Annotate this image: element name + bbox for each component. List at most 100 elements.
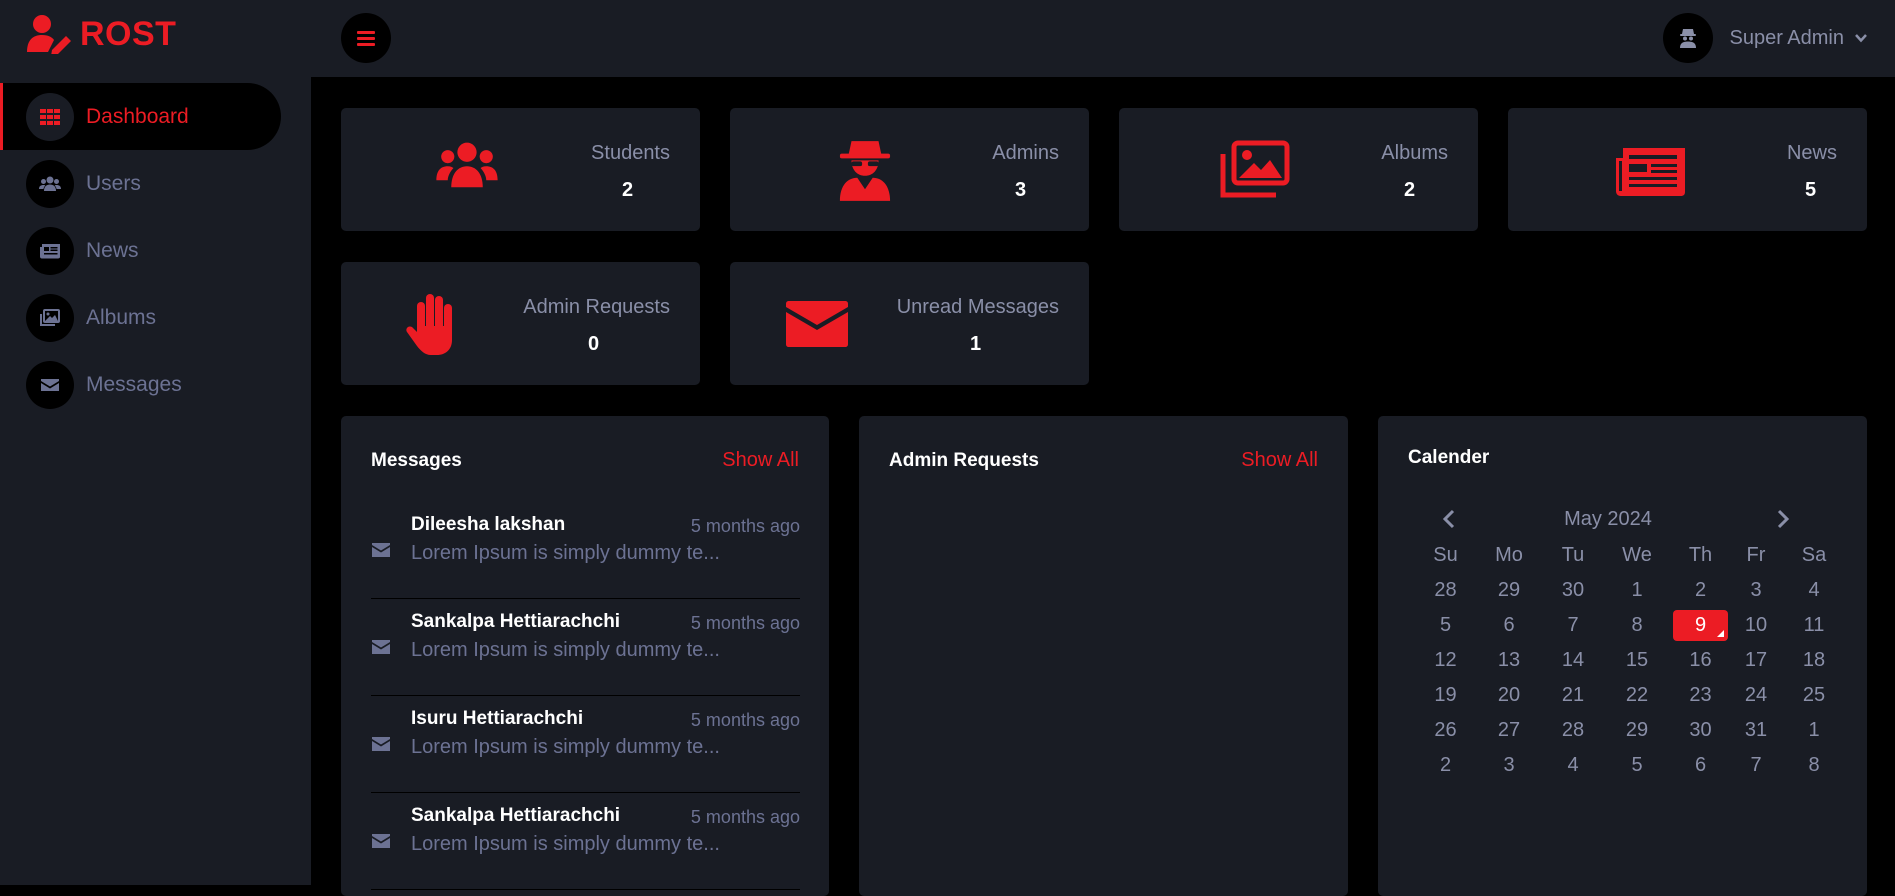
stat-card-unread-messages[interactable]: Unread Messages 1 <box>730 262 1089 385</box>
calendar-weekday: Su <box>1433 544 1458 566</box>
message-sender: Sankalpa Hettiarachchi <box>411 805 621 826</box>
sidebar-item-dashboard[interactable]: Dashboard <box>0 83 281 150</box>
users-icon <box>436 142 498 188</box>
list-item[interactable]: Sankalpa Hettiarachchi 5 months ago Lore… <box>371 599 800 696</box>
calendar-weekday: We <box>1622 544 1652 566</box>
hand-icon <box>406 294 452 355</box>
calendar-month[interactable]: May 2024 <box>1408 508 1808 531</box>
calendar-day[interactable]: 3 <box>1728 573 1784 608</box>
brand-logo[interactable]: ROST <box>26 14 176 54</box>
sidebar-item-label: News <box>86 238 139 262</box>
calendar-day[interactable]: 1 <box>1601 573 1673 608</box>
calendar-day[interactable]: 11 <box>1784 608 1844 643</box>
message-sender: Dileesha lakshan <box>411 514 566 535</box>
calendar-day[interactable]: 22 <box>1601 678 1673 713</box>
calendar-day[interactable]: 5 <box>1418 608 1473 643</box>
calendar-day[interactable]: 6 <box>1473 608 1545 643</box>
stat-value: 1 <box>970 333 982 355</box>
list-item[interactable]: Dileesha lakshan 5 months ago Lorem Ipsu… <box>371 502 800 599</box>
calendar-day[interactable]: 8 <box>1784 748 1844 783</box>
sidebar-item-albums[interactable]: Albums <box>0 284 311 351</box>
list-item[interactable]: Sankalpa Hettiarachchi 5 months ago Lore… <box>371 793 800 890</box>
calendar-day[interactable]: 23 <box>1673 678 1728 713</box>
list-item[interactable]: Isuru Hettiarachchi 5 months ago Lorem I… <box>371 696 800 793</box>
stat-label: Albums <box>1381 142 1448 164</box>
sidebar-item-news[interactable]: News <box>0 217 311 284</box>
chevron-down-icon <box>1855 34 1867 43</box>
brand-name: ROST <box>80 14 177 53</box>
sidebar-item-label: Users <box>86 171 141 195</box>
calendar-day[interactable]: 4 <box>1545 748 1601 783</box>
calendar-day[interactable]: 5 <box>1601 748 1673 783</box>
calendar-day[interactable]: 16 <box>1673 643 1728 678</box>
images-icon <box>1220 140 1290 198</box>
users-icon <box>26 159 74 208</box>
stat-card-admins[interactable]: Admins 3 <box>730 108 1089 231</box>
calendar-weekday: Sa <box>1801 544 1827 566</box>
calendar-day[interactable]: 7 <box>1545 608 1601 643</box>
calendar-day[interactable]: 3 <box>1473 748 1545 783</box>
calendar-day[interactable]: 21 <box>1545 678 1601 713</box>
calendar-day[interactable]: 29 <box>1601 713 1673 748</box>
calendar-day[interactable]: 27 <box>1473 713 1545 748</box>
message-time: 5 months ago <box>690 516 800 536</box>
envelope-icon <box>372 640 390 654</box>
calendar-day[interactable]: 19 <box>1418 678 1473 713</box>
calendar-day[interactable]: 18 <box>1784 643 1844 678</box>
calendar-day[interactable]: 8 <box>1601 608 1673 643</box>
stat-card-admin-requests[interactable]: Admin Requests 0 <box>341 262 700 385</box>
stat-label: Admin Requests <box>523 296 670 318</box>
calendar-day[interactable]: 15 <box>1601 643 1673 678</box>
calendar-day[interactable]: 17 <box>1728 643 1784 678</box>
calendar-day[interactable]: 31 <box>1728 713 1784 748</box>
calendar-day[interactable]: 20 <box>1473 678 1545 713</box>
calendar: May 2024 Su Mo Tu We Th Fr Sa 28 29 30 1 2 3 4 5 6 7 8 9 10… <box>1408 502 1826 783</box>
calendar-day[interactable]: 28 <box>1545 713 1601 748</box>
sidebar-item-label: Albums <box>86 305 157 329</box>
calendar-day[interactable]: 12 <box>1418 643 1473 678</box>
message-time: 5 months ago <box>690 613 800 633</box>
calendar-day[interactable]: 4 <box>1784 573 1844 608</box>
calendar-day[interactable]: 6 <box>1673 748 1728 783</box>
calendar-day[interactable]: 7 <box>1728 748 1784 783</box>
calendar-day[interactable]: 29 <box>1473 573 1545 608</box>
stat-label: Unread Messages <box>896 296 1059 318</box>
message-sender: Sankalpa Hettiarachchi <box>411 611 621 632</box>
chevron-right-icon <box>1777 509 1790 529</box>
calendar-day[interactable]: 30 <box>1673 713 1728 748</box>
panel-title: Admin Requests <box>889 450 1039 471</box>
sidebar-item-users[interactable]: Users <box>0 150 311 217</box>
user-edit-icon <box>27 15 71 54</box>
calendar-next-button[interactable] <box>1772 506 1794 532</box>
grid-icon <box>26 92 74 141</box>
show-all-requests-link[interactable]: Show All <box>1241 449 1318 472</box>
newspaper-icon <box>26 226 74 275</box>
menu-toggle-button[interactable] <box>341 13 391 63</box>
message-preview: Lorem Ipsum is simply dummy te... <box>411 542 720 564</box>
calendar-day[interactable]: 14 <box>1545 643 1601 678</box>
stat-card-albums[interactable]: Albums 2 <box>1119 108 1478 231</box>
calendar-day[interactable]: 2 <box>1418 748 1473 783</box>
calendar-day[interactable]: 25 <box>1784 678 1844 713</box>
stat-card-students[interactable]: Students 2 <box>341 108 700 231</box>
calendar-grid: Su Mo Tu We Th Fr Sa 28 29 30 1 2 3 4 5 6 7 8 9 10 11 12 13 14 1… <box>1418 538 1826 783</box>
calendar-day[interactable]: 9 <box>1673 610 1728 641</box>
message-preview: Lorem Ipsum is simply dummy te... <box>411 736 720 758</box>
panel-title: Messages <box>371 450 462 471</box>
calendar-day[interactable]: 1 <box>1784 713 1844 748</box>
profile-menu[interactable]: Super Admin <box>1663 13 1868 63</box>
show-all-messages-link[interactable]: Show All <box>722 449 799 472</box>
calendar-day[interactable]: 30 <box>1545 573 1601 608</box>
calendar-day[interactable]: 24 <box>1728 678 1784 713</box>
calendar-day[interactable]: 10 <box>1728 608 1784 643</box>
message-time: 5 months ago <box>690 710 800 730</box>
stat-card-news[interactable]: News 5 <box>1508 108 1867 231</box>
calendar-day[interactable]: 13 <box>1473 643 1545 678</box>
calendar-day[interactable]: 2 <box>1673 573 1728 608</box>
message-time: 5 months ago <box>690 807 800 827</box>
calendar-day[interactable]: 26 <box>1418 713 1473 748</box>
user-secret-icon <box>1680 29 1697 48</box>
envelope-icon <box>26 360 74 409</box>
calendar-day[interactable]: 28 <box>1418 573 1473 608</box>
sidebar-item-messages[interactable]: Messages <box>0 351 311 418</box>
